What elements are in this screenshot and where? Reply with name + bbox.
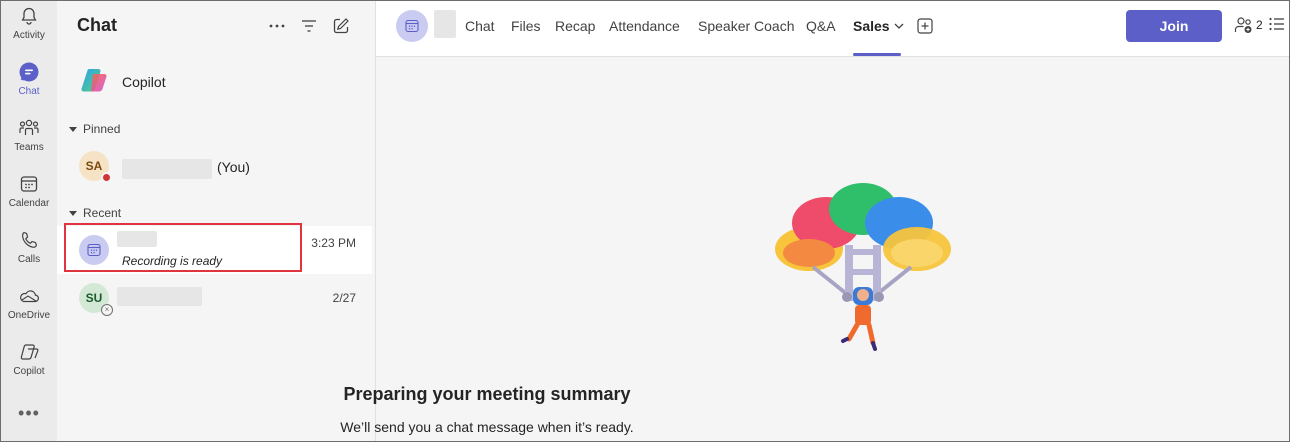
more-icon[interactable]	[266, 15, 288, 37]
chat-item-contact[interactable]: SU × 2/27	[57, 274, 372, 322]
rail-item-onedrive[interactable]: OneDrive	[1, 281, 57, 335]
copilot-chat-item[interactable]: Copilot	[57, 57, 376, 105]
tab-files[interactable]: Files	[511, 18, 541, 34]
participant-count: 2	[1256, 18, 1263, 32]
tab-sales[interactable]: Sales	[853, 18, 904, 34]
redacted-name	[117, 287, 202, 306]
meeting-avatar	[396, 10, 428, 42]
chat-time: 2/27	[332, 291, 356, 305]
rail-label: Calendar	[8, 198, 50, 209]
rail-label: Teams	[14, 142, 44, 153]
bell-icon	[18, 5, 40, 27]
rail-item-teams[interactable]: Teams	[1, 113, 57, 167]
chat-time: 3:23 PM	[311, 236, 356, 250]
teams-window: Activity Chat Teams Calendar Calls OneDr…	[0, 0, 1290, 442]
copilot-logo-icon	[79, 65, 109, 100]
chat-icon	[18, 61, 40, 83]
calendar-icon	[18, 173, 40, 195]
tab-recap[interactable]: Recap	[555, 18, 595, 34]
participants-button[interactable]: 2	[1234, 16, 1263, 34]
filter-icon[interactable]	[298, 15, 320, 37]
section-label: Recent	[83, 206, 122, 220]
meeting-header: Chat Files Recap Attendance Speaker Coac…	[376, 1, 1289, 57]
app-rail: Activity Chat Teams Calendar Calls OneDr…	[1, 1, 57, 441]
pinned-section-header[interactable]: Pinned	[69, 122, 120, 136]
summary-title: Preparing your meeting summary	[343, 384, 631, 404]
redacted-meeting-title	[434, 10, 456, 38]
copilot-icon	[18, 341, 40, 363]
chevron-down-icon	[69, 210, 77, 216]
recent-section-header[interactable]: Recent	[69, 206, 121, 220]
cloud-icon	[18, 285, 40, 307]
rail-label: Chat	[18, 86, 40, 97]
join-button[interactable]: Join	[1126, 10, 1222, 42]
rail-item-calendar[interactable]: Calendar	[1, 169, 57, 223]
rail-label: OneDrive	[7, 310, 51, 321]
phone-icon	[18, 229, 40, 251]
teams-icon	[18, 117, 40, 139]
rail-label: Copilot	[13, 366, 45, 377]
list-icon[interactable]	[1269, 17, 1285, 36]
tab-qa[interactable]: Q&A	[806, 18, 836, 34]
meeting-main: Chat Files Recap Attendance Speaker Coac…	[340, 1, 1289, 441]
chat-list-pane: Chat Copilot Pinned SA (You) Recent Reco…	[57, 1, 376, 441]
rail-label: Calls	[17, 254, 41, 265]
calendar-icon	[405, 19, 419, 33]
chat-item-self[interactable]: SA (You)	[57, 142, 372, 190]
annotation-highlight-box	[64, 223, 302, 272]
tab-speaker-coach[interactable]: Speaker Coach	[698, 18, 795, 34]
tab-attendance[interactable]: Attendance	[609, 18, 680, 34]
rail-label: Activity	[13, 30, 45, 41]
copilot-label: Copilot	[122, 74, 166, 90]
avatar-initials: SU	[85, 291, 103, 305]
people-icon	[1234, 17, 1252, 33]
chevron-down-icon	[894, 23, 904, 29]
avatar: SU ×	[79, 283, 113, 316]
tab-chat[interactable]: Chat	[465, 18, 495, 34]
avatar: SA	[79, 151, 112, 183]
redacted-name	[122, 159, 212, 179]
rail-item-chat[interactable]: Chat	[1, 57, 57, 111]
active-tab-indicator	[853, 53, 901, 56]
rail-item-calls[interactable]: Calls	[1, 225, 57, 279]
compose-icon[interactable]	[330, 15, 352, 37]
section-label: Pinned	[83, 122, 121, 136]
chevron-down-icon	[69, 126, 77, 132]
rail-item-copilot[interactable]: Copilot	[1, 337, 57, 391]
offline-status-icon: ×	[101, 304, 113, 316]
tab-sales-label: Sales	[853, 18, 890, 34]
parachute-illustration	[771, 181, 956, 356]
summary-subtitle: We’ll send you a chat message when it’s …	[340, 419, 634, 435]
rail-item-activity[interactable]: Activity	[1, 1, 57, 55]
you-label: (You)	[217, 159, 250, 175]
chat-pane-title: Chat	[77, 15, 117, 35]
busy-status-icon	[101, 172, 112, 183]
add-tab-icon[interactable]	[917, 18, 933, 39]
avatar-initials: SA	[85, 159, 103, 173]
